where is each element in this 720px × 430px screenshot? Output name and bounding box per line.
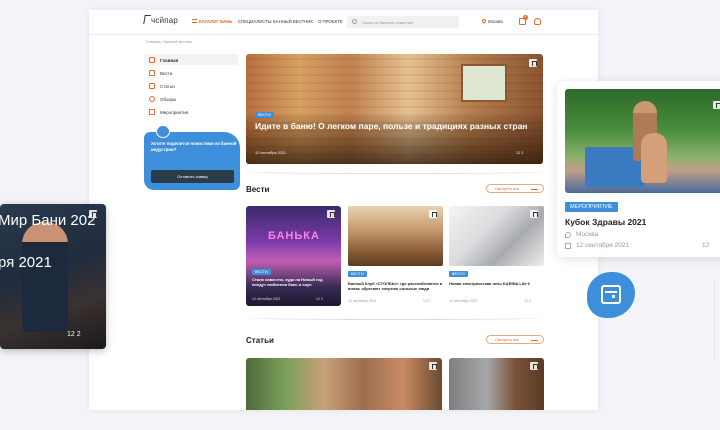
promo-text: Хотите поделится новостями из банной инд… [151, 141, 237, 152]
sidebar-item-news[interactable]: Вести [144, 67, 238, 78]
nav-about[interactable]: О ПРОЕКТЕ [318, 19, 343, 24]
person-shape [641, 133, 667, 183]
card-stats: 12 2 [524, 299, 531, 303]
arrow-right-icon [531, 188, 538, 190]
sidebar-item-home[interactable]: Главная [144, 54, 238, 65]
see-all-label: Смотреть все [495, 338, 519, 342]
user-icon[interactable] [534, 18, 541, 25]
breadcrumb[interactable]: Главная / Банный вестник [146, 40, 192, 44]
nav-catalog-label: КАТАЛОГ БАНЬ [199, 19, 233, 24]
calendar-badge [587, 272, 635, 318]
card-title[interactable]: Стало известно, куда на Новый год поедут… [252, 277, 336, 287]
news-see-all-button[interactable]: Смотреть все [486, 184, 544, 193]
hero-stats: 12 2 [516, 151, 524, 155]
speaker-photo [22, 222, 68, 332]
bookmark-icon[interactable] [89, 210, 97, 218]
nav-bath-herald[interactable]: БАННЫЙ ВЕСТНИК [273, 19, 313, 24]
sidebar-item-articles[interactable]: Статьи [144, 80, 238, 91]
card-stats: 12 2 [67, 331, 81, 338]
banner-text-bottom: ря 2021 [0, 254, 52, 271]
event-title[interactable]: Кубок Здравы 2021 [565, 217, 646, 227]
logo-leaf-icon [143, 15, 151, 24]
articles-heading: Статьи [246, 336, 274, 345]
news-card[interactable]: БАНЬКА ВЕСТИ Стало известно, куда на Нов… [246, 206, 341, 306]
card-date: 12 сентября 2021 [252, 297, 281, 301]
sidebar-item-label: Главная [160, 57, 179, 63]
bookmark-icon[interactable] [429, 210, 437, 218]
neon-sign: БАНЬКА [268, 230, 320, 242]
event-date: 12 сентября 2021 [576, 242, 630, 249]
bookmark-icon[interactable] [530, 210, 538, 218]
sidebar-item-reviews[interactable]: Обзоры [144, 93, 238, 104]
calendar-icon [601, 285, 621, 304]
news-heading: Вести [246, 185, 270, 194]
document-icon [149, 82, 155, 89]
site-logo[interactable]: чсйпар [143, 15, 179, 25]
bookmark-icon[interactable] [529, 59, 537, 67]
card-date: 12 сентября 2021 [348, 299, 377, 303]
search-icon [352, 19, 357, 24]
hero-window [461, 64, 507, 102]
hero-date: 12 сентября 2021 [255, 151, 286, 155]
nav-catalog[interactable]: КАТАЛОГ БАНЬ [192, 19, 232, 24]
hero-tag: ВЕСТИ [255, 112, 274, 118]
sidebar-item-events[interactable]: Мероприятия [144, 106, 238, 117]
chat-bubble-icon [156, 125, 170, 138]
nav-specialists[interactable]: СПЕЦИАЛИСТЫ [238, 19, 272, 24]
event-card-right[interactable]: МЕРОПРИЯТИЕ Кубок Здравы 2021 Москва 12 … [557, 81, 720, 257]
card-title[interactable]: Банный Клуб «СТОЛБЫ»: где расслабляются … [348, 281, 443, 291]
chat-icon [149, 69, 155, 76]
sidebar-item-label: Мероприятия [160, 109, 189, 115]
arrow-right-icon [531, 339, 538, 341]
card-stats: 12 2 [316, 297, 323, 301]
sidebar-item-label: Статьи [160, 83, 175, 89]
card-tag: ВЕСТИ [449, 271, 468, 277]
calendar-icon [565, 243, 571, 249]
location-label: Москва [488, 19, 503, 24]
browser-page: чсйпар КАТАЛОГ БАНЬ СПЕЦИАЛИСТЫ БАННЫЙ В… [89, 10, 598, 410]
event-image [565, 89, 720, 193]
article-card-image[interactable] [246, 358, 442, 410]
event-stats: 12 [702, 242, 710, 249]
bookmark-icon[interactable] [429, 362, 437, 370]
location-selector[interactable]: Москва [481, 18, 503, 24]
news-card[interactable]: ВЕСТИ Банный Клуб «СТОЛБЫ»: где расслабл… [348, 206, 443, 306]
banner-text-top: Мир Бани 202 [0, 212, 96, 229]
see-all-label: Смотреть все [495, 187, 519, 191]
site-header: чсйпар КАТАЛОГ БАНЬ СПЕЦИАЛИСТЫ БАННЫЙ В… [89, 10, 598, 35]
articles-see-all-button[interactable]: Смотреть все [486, 335, 544, 344]
card-edge [714, 280, 720, 360]
favorites-count-badge: 0 [523, 15, 528, 20]
leave-request-button[interactable]: Оставить заявку [151, 170, 234, 183]
location-pin-icon [481, 18, 487, 24]
event-city: Москва [576, 231, 599, 238]
logo-text: чсйпар [151, 16, 179, 25]
news-card[interactable]: ВЕСТИ Новая электрическая печь KARINA Li… [449, 206, 544, 306]
search-input[interactable]: Поиск по банным новостям [347, 16, 459, 28]
sidebar-item-label: Обзоры [160, 96, 177, 102]
card-tag: ВЕСТИ [348, 271, 367, 277]
card-tag: ВЕСТИ [252, 269, 271, 275]
hero-article[interactable]: ВЕСТИ Идите в баню! О легком паре, польз… [246, 54, 543, 164]
calendar-icon [149, 108, 155, 115]
bookmark-icon[interactable] [530, 362, 538, 370]
promo-box: Хотите поделится новостями из банной инд… [144, 125, 240, 190]
event-tag: МЕРОПРИЯТИЕ [565, 202, 618, 212]
home-icon [149, 56, 155, 63]
card-date: 12 сентября 2021 [449, 299, 478, 303]
sidebar-item-label: Вести [160, 70, 173, 76]
article-card-image[interactable] [449, 358, 544, 410]
search-placeholder: Поиск по банным новостям [362, 19, 413, 25]
location-pin-icon [565, 232, 571, 238]
event-card-left[interactable]: Мир Бани 202 ря 2021 12 2 [0, 204, 106, 349]
menu-icon [192, 19, 197, 23]
card-stats: 12 2 [423, 299, 430, 303]
bookmark-icon[interactable] [327, 210, 335, 218]
divider [246, 170, 543, 174]
divider [246, 316, 543, 320]
card-title[interactable]: Новая электрическая печь KARINA Lite 6 [449, 281, 544, 286]
hero-title[interactable]: Идите в баню! О легком паре, пользе и тр… [255, 121, 530, 132]
review-icon [149, 95, 155, 102]
bookmark-icon[interactable] [713, 101, 720, 109]
